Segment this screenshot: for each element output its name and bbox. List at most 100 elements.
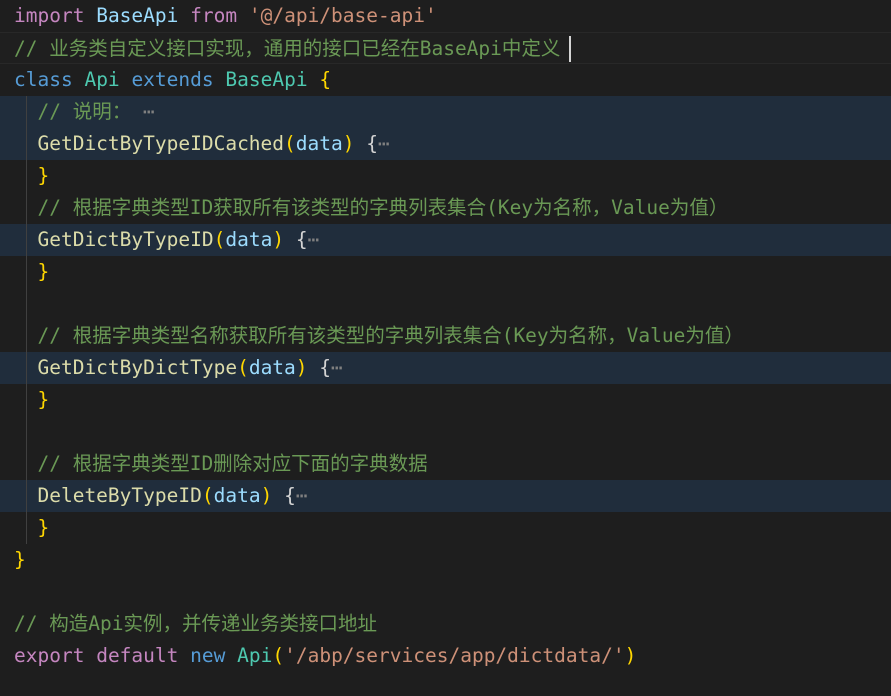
code-token: ( bbox=[272, 644, 285, 667]
code-line-text: // 业务类自定义接口实现，通用的接口已经在BaseApi中定义 bbox=[14, 33, 560, 65]
code-line[interactable]: GetDictByTypeIDCached(data) {⋯ bbox=[0, 128, 891, 160]
code-token: ⋯ bbox=[295, 484, 308, 507]
code-line[interactable]: // 根据字典类型ID删除对应下面的字典数据 bbox=[0, 448, 891, 480]
code-line-text: GetDictByDictType(data) {⋯ bbox=[14, 352, 343, 384]
code-token: { bbox=[319, 356, 332, 379]
code-token: // 说明： bbox=[37, 100, 132, 123]
code-token: ( bbox=[237, 356, 249, 379]
code-token: '@/api/base-api' bbox=[248, 4, 437, 27]
code-line-text: // 根据字典类型名称获取所有该类型的字典列表集合(Key为名称，Value为值… bbox=[14, 320, 744, 352]
code-line-text: // 构造Api实例，并传递业务类接口地址 bbox=[14, 608, 377, 640]
code-token: Api bbox=[237, 644, 273, 667]
code-token: } bbox=[37, 516, 50, 539]
code-token: new bbox=[190, 644, 226, 667]
code-line[interactable]: } bbox=[0, 512, 891, 544]
code-token: ( bbox=[284, 132, 296, 155]
code-line[interactable]: export default new Api('/abp/services/ap… bbox=[0, 640, 891, 672]
code-line-text: } bbox=[14, 512, 49, 544]
code-line-text: // 根据字典类型ID删除对应下面的字典数据 bbox=[14, 448, 428, 480]
code-token: extends bbox=[131, 68, 214, 91]
code-token: data bbox=[225, 228, 273, 251]
code-line-text: // 说明： ⋯ bbox=[14, 96, 155, 128]
code-line-text: } bbox=[14, 160, 49, 192]
code-token: BaseApi bbox=[225, 68, 308, 91]
code-line[interactable]: DeleteByTypeID(data) {⋯ bbox=[0, 480, 891, 512]
code-line-text: } bbox=[14, 256, 49, 288]
code-token: from bbox=[190, 4, 238, 27]
code-token: // 根据字典类型ID删除对应下面的字典数据 bbox=[37, 452, 428, 475]
code-token: ) bbox=[624, 644, 637, 667]
code-token: // 构造Api实例，并传递业务类接口地址 bbox=[14, 612, 377, 635]
code-token: { bbox=[366, 132, 378, 155]
code-line-text: export default new Api('/abp/services/ap… bbox=[14, 640, 636, 672]
code-token: import bbox=[14, 4, 85, 27]
code-line[interactable]: import BaseApi from '@/api/base-api' bbox=[0, 0, 891, 32]
code-token: data bbox=[213, 484, 261, 507]
code-line-text: // 根据字典类型ID获取所有该类型的字典列表集合(Key为名称，Value为值… bbox=[14, 192, 728, 224]
code-line[interactable]: // 业务类自定义接口实现，通用的接口已经在BaseApi中定义 bbox=[0, 32, 891, 64]
code-token: GetDictByTypeIDCached bbox=[37, 132, 285, 155]
code-line[interactable]: } bbox=[0, 256, 891, 288]
code-token: ⋯ bbox=[307, 228, 320, 251]
code-line-text: import BaseApi from '@/api/base-api' bbox=[14, 0, 437, 32]
code-token: ⋯ bbox=[378, 132, 390, 155]
indent-guide bbox=[26, 96, 27, 544]
code-token: default bbox=[96, 644, 179, 667]
code-editor[interactable]: ❯❯❯❯❯ import BaseApi from '@/api/base-ap… bbox=[0, 0, 891, 696]
code-token: } bbox=[37, 164, 50, 187]
editor-code-area[interactable]: import BaseApi from '@/api/base-api' // 业… bbox=[0, 0, 891, 696]
code-line[interactable]: // 构造Api实例，并传递业务类接口地址 bbox=[0, 608, 891, 640]
code-line-text: } bbox=[14, 544, 26, 576]
code-line[interactable]: // 根据字典类型名称获取所有该类型的字典列表集合(Key为名称，Value为值… bbox=[0, 320, 891, 352]
code-line-text: GetDictByTypeIDCached(data) {⋯ bbox=[14, 128, 390, 160]
code-line[interactable] bbox=[0, 416, 891, 448]
code-line[interactable]: } bbox=[0, 384, 891, 416]
code-line[interactable]: // 根据字典类型ID获取所有该类型的字典列表集合(Key为名称，Value为值… bbox=[0, 192, 891, 224]
code-line-text: GetDictByTypeID(data) {⋯ bbox=[14, 224, 319, 256]
code-token: GetDictByDictType bbox=[37, 356, 238, 379]
text-caret bbox=[569, 36, 571, 62]
code-token: '/abp/services/app/dictdata/' bbox=[284, 644, 625, 667]
code-token: } bbox=[14, 548, 26, 571]
code-line[interactable] bbox=[0, 576, 891, 608]
code-token: ) bbox=[260, 484, 273, 507]
code-line[interactable]: class Api extends BaseApi { bbox=[0, 64, 891, 96]
code-token: ⋯ bbox=[331, 356, 343, 379]
code-token: // 根据字典类型名称获取所有该类型的字典列表集合(Key为名称，Value为值… bbox=[37, 324, 744, 347]
code-line-text: } bbox=[14, 384, 49, 416]
code-line[interactable]: } bbox=[0, 160, 891, 192]
code-token: data bbox=[248, 356, 296, 379]
code-token: class bbox=[14, 68, 73, 91]
code-line[interactable]: // 说明： ⋯ bbox=[0, 96, 891, 128]
code-token: BaseApi bbox=[96, 4, 179, 27]
code-line[interactable]: GetDictByDictType(data) {⋯ bbox=[0, 352, 891, 384]
code-token: ) bbox=[295, 356, 308, 379]
code-token: ( bbox=[213, 228, 226, 251]
code-token: { bbox=[295, 228, 308, 251]
code-token: } bbox=[37, 260, 50, 283]
code-line-text: class Api extends BaseApi { bbox=[14, 64, 331, 96]
code-token: ) bbox=[272, 228, 285, 251]
code-token: DeleteByTypeID bbox=[37, 484, 202, 507]
code-token: GetDictByTypeID bbox=[37, 228, 214, 251]
code-token: ⋯ bbox=[142, 100, 155, 123]
code-line[interactable]: } bbox=[0, 544, 891, 576]
code-token: ) bbox=[342, 132, 355, 155]
code-line[interactable] bbox=[0, 288, 891, 320]
code-line[interactable]: GetDictByTypeID(data) {⋯ bbox=[0, 224, 891, 256]
code-token: export bbox=[14, 644, 85, 667]
